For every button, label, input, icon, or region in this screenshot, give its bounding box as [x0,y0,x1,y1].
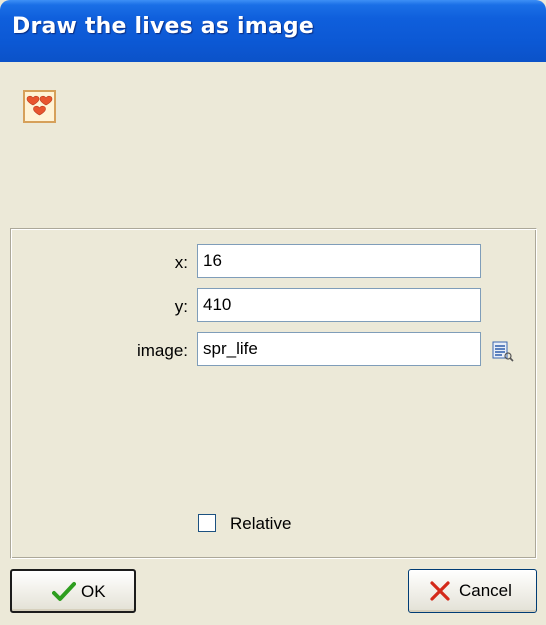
close-icon [429,580,451,607]
sprite-browse-icon[interactable] [491,339,515,363]
hearts-icon [23,90,56,123]
image-field[interactable]: spr_life [197,332,481,366]
title-bar[interactable]: Draw the lives as image [0,0,546,62]
action-dialog: Draw the lives as image x: 16 y: 410 ima… [0,0,546,625]
x-label: x: [174,253,188,272]
checkmark-icon [52,581,76,608]
y-field[interactable]: 410 [197,288,481,322]
image-label: image: [136,341,188,360]
window-title: Draw the lives as image [12,14,314,39]
y-label: y: [174,297,188,316]
cancel-button[interactable]: Cancel [408,569,537,613]
ok-label: OK [81,582,106,601]
ok-button[interactable]: OK [10,569,136,613]
x-field[interactable]: 16 [197,244,481,278]
relative-label: Relative [230,514,292,533]
relative-checkbox[interactable] [198,514,216,532]
cancel-label: Cancel [459,581,512,600]
